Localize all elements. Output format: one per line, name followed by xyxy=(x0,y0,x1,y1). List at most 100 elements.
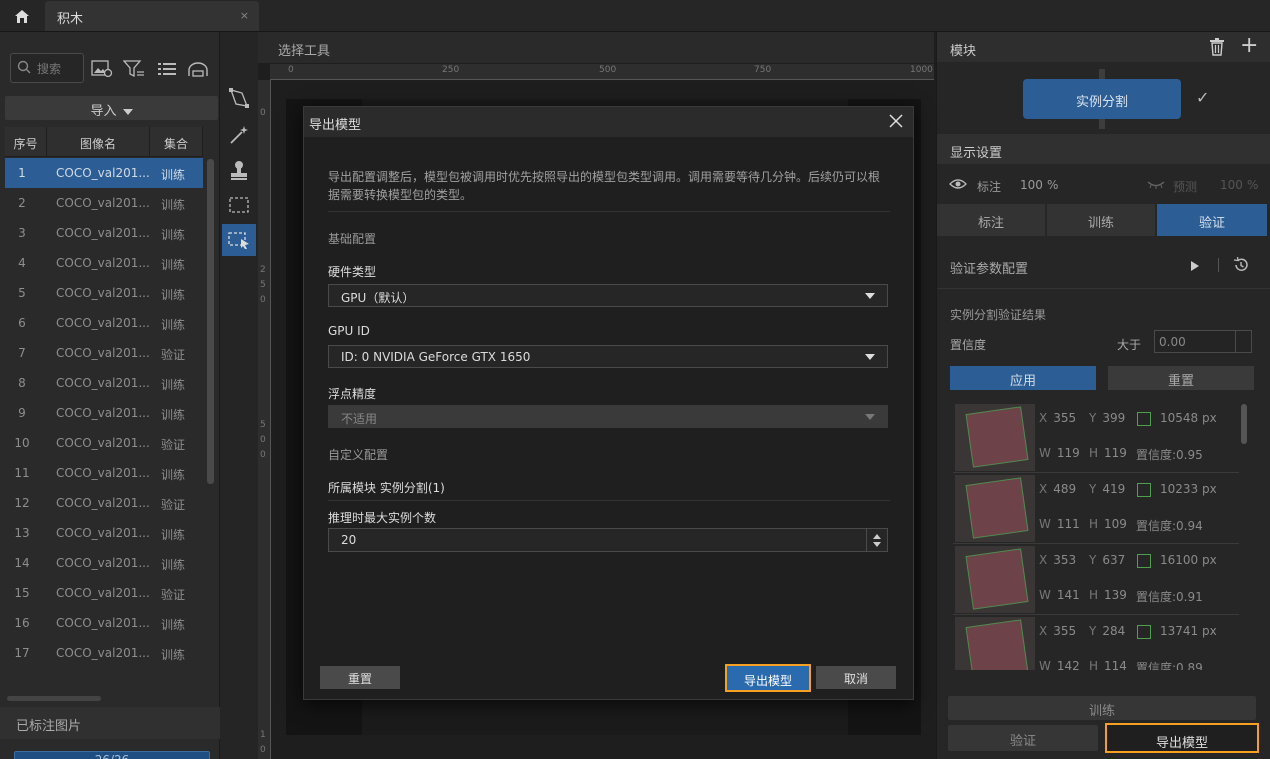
annot-opacity-value[interactable]: 100 xyxy=(1020,178,1043,192)
pred-opacity-value[interactable]: 100 xyxy=(1220,178,1243,192)
tab-annotation[interactable]: 标注 xyxy=(937,204,1045,236)
col-set[interactable]: 集合 xyxy=(150,127,203,156)
confidence-input[interactable]: 0.00 xyxy=(1154,330,1252,353)
close-tab-icon[interactable]: × xyxy=(240,9,249,22)
table-row[interactable]: 11 COCO_val201... 训练 xyxy=(5,458,203,488)
table-row[interactable]: 16 COCO_val201... 训练 xyxy=(5,608,203,638)
result-x-value: 489 xyxy=(1053,482,1077,496)
chevron-down-icon[interactable] xyxy=(873,542,881,547)
table-vertical-scrollbar[interactable] xyxy=(207,159,214,484)
result-y: Y 399 xyxy=(1089,411,1125,425)
table-row[interactable]: 5 COCO_val201... 训练 xyxy=(5,278,203,308)
dialog-cancel-button[interactable]: 取消 xyxy=(816,666,896,689)
h-label: H xyxy=(1089,446,1099,460)
top-tab-bar: 积木 × xyxy=(0,0,1270,32)
table-row[interactable]: 10 COCO_val201... 验证 xyxy=(5,428,203,458)
result-h: H 109 xyxy=(1089,517,1127,531)
list-view-button[interactable] xyxy=(155,58,179,80)
y-label: Y xyxy=(1089,624,1097,638)
result-y-value: 419 xyxy=(1102,482,1126,496)
polygon-tool[interactable] xyxy=(222,82,256,114)
row-image-name: COCO_val201... xyxy=(56,586,150,600)
home-button[interactable] xyxy=(4,2,40,30)
table-row[interactable]: 15 COCO_val201... 验证 xyxy=(5,578,203,608)
play-icon[interactable] xyxy=(1191,261,1199,271)
table-row[interactable]: 13 COCO_val201... 训练 xyxy=(5,518,203,548)
result-scrollbar[interactable] xyxy=(1241,404,1247,444)
eye-closed-icon[interactable] xyxy=(1147,180,1165,190)
result-thumbnail xyxy=(955,546,1035,613)
chevron-down-icon xyxy=(865,414,875,420)
verify-button[interactable]: 验证 xyxy=(948,725,1098,751)
row-set: 训练 xyxy=(161,258,186,272)
col-index[interactable]: 序号 xyxy=(5,127,47,156)
float-precision-value: 不适用 xyxy=(341,412,378,426)
table-row[interactable]: 12 COCO_val201... 验证 xyxy=(5,488,203,518)
module-node-instance-segmentation[interactable]: 实例分割 xyxy=(1023,79,1181,119)
add-module-icon[interactable]: + xyxy=(1240,35,1258,57)
table-row[interactable]: 2 COCO_val201... 训练 xyxy=(5,188,203,218)
row-index: 4 xyxy=(18,256,26,270)
divider xyxy=(937,288,1270,289)
max-instances-stepper[interactable] xyxy=(866,529,887,551)
table-horizontal-scrollbar[interactable] xyxy=(7,696,101,701)
stamp-tool[interactable] xyxy=(222,154,256,186)
trash-icon[interactable] xyxy=(1209,38,1225,56)
tab-validation[interactable]: 验证 xyxy=(1157,204,1267,236)
table-row[interactable]: 17 COCO_val201... 训练 xyxy=(5,638,203,668)
col-image-name[interactable]: 图像名 xyxy=(47,127,150,156)
pred-visibility-label: 预测 xyxy=(1173,180,1198,194)
tab-training[interactable]: 训练 xyxy=(1047,204,1155,236)
result-y-value: 284 xyxy=(1102,624,1126,638)
eye-icon[interactable] xyxy=(949,178,967,190)
row-image-name: COCO_val201... xyxy=(56,436,150,450)
project-tab[interactable]: 积木 × xyxy=(45,1,259,31)
export-model-button[interactable]: 导出模型 xyxy=(1105,723,1259,753)
row-index: 1 xyxy=(18,166,26,180)
select-tool[interactable] xyxy=(222,224,256,256)
confidence-stepper[interactable] xyxy=(1235,331,1251,352)
table-row[interactable]: 4 COCO_val201... 训练 xyxy=(5,248,203,278)
filter-button[interactable] xyxy=(122,58,146,80)
ruler-left-tick: 5 xyxy=(260,420,266,430)
result-w: W 141 xyxy=(1039,588,1080,602)
dialog-reset-button[interactable]: 重置 xyxy=(320,666,400,689)
close-icon[interactable] xyxy=(887,112,905,130)
result-item[interactable]: X 353 Y 637 16100 px W 141 H 139 置信度:0.91 xyxy=(953,544,1239,615)
float-precision-select[interactable]: 不适用 xyxy=(328,405,888,428)
gpu-id-select[interactable]: ID: 0 NVIDIA GeForce GTX 1650 xyxy=(328,345,888,368)
search-input[interactable]: 搜索 xyxy=(10,53,84,83)
table-row[interactable]: 9 COCO_val201... 训练 xyxy=(5,398,203,428)
history-icon[interactable] xyxy=(1233,257,1249,273)
table-row[interactable]: 14 COCO_val201... 训练 xyxy=(5,548,203,578)
reset-filter-button[interactable]: 重置 xyxy=(1108,366,1254,390)
result-h-value: 119 xyxy=(1104,446,1127,460)
labeled-images-title: 已标注图片 xyxy=(0,707,220,739)
chevron-up-icon[interactable] xyxy=(873,534,881,539)
import-button[interactable]: 导入 xyxy=(5,96,218,120)
table-row[interactable]: 7 COCO_val201... 验证 xyxy=(5,338,203,368)
apply-button[interactable]: 应用 xyxy=(950,366,1096,390)
result-item[interactable]: X 355 Y 284 13741 px W 142 H 114 置信度:0.89 xyxy=(953,615,1239,670)
polygon-icon xyxy=(229,88,249,108)
result-item[interactable]: X 355 Y 399 10548 px W 119 H 119 置信度:0.95 xyxy=(953,402,1239,473)
row-index: 7 xyxy=(18,346,26,360)
rect-select-tool[interactable] xyxy=(222,189,256,221)
image-settings-button[interactable] xyxy=(90,58,114,80)
ruler-top-tick: 1000 xyxy=(910,65,933,75)
table-row[interactable]: 6 COCO_val201... 训练 xyxy=(5,308,203,338)
result-item[interactable]: X 489 Y 419 10233 px W 111 H 109 置信度:0.94 xyxy=(953,473,1239,544)
row-index: 6 xyxy=(18,316,26,330)
row-image-name: COCO_val201... xyxy=(56,226,150,240)
magic-wand-tool[interactable] xyxy=(222,119,256,151)
dialog-export-button[interactable]: 导出模型 xyxy=(725,664,811,692)
train-button[interactable]: 训练 xyxy=(948,696,1256,720)
divider xyxy=(328,211,890,212)
table-row[interactable]: 1 COCO_val201... 训练 xyxy=(5,158,203,188)
table-row[interactable]: 8 COCO_val201... 训练 xyxy=(5,368,203,398)
table-row[interactable]: 3 COCO_val201... 训练 xyxy=(5,218,203,248)
collapse-button[interactable] xyxy=(186,58,210,80)
max-instances-input[interactable]: 20 xyxy=(328,528,888,552)
hardware-type-select[interactable]: GPU（默认） xyxy=(328,284,888,307)
row-set: 训练 xyxy=(161,168,186,182)
